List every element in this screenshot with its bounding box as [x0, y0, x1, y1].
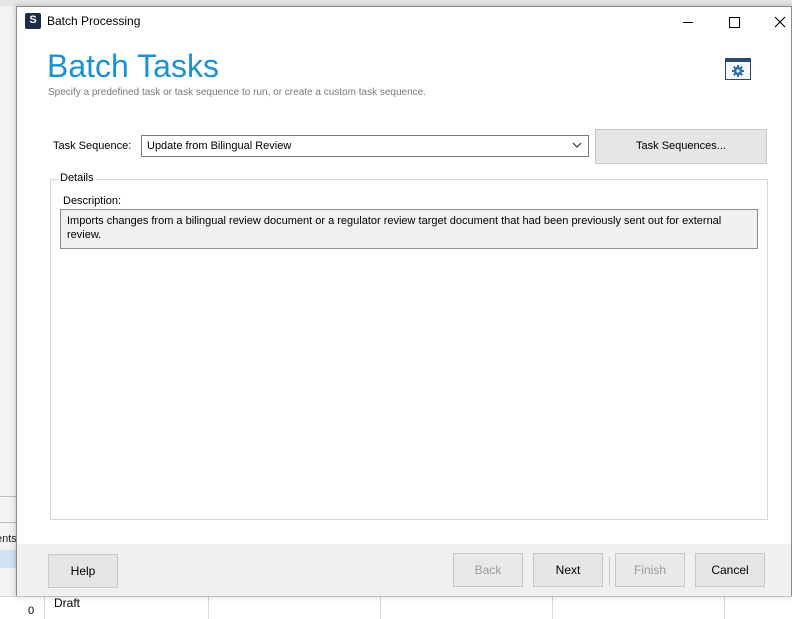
- grid-cell-divider: [380, 597, 381, 619]
- grid-cell-divider: [552, 597, 553, 619]
- minimize-button[interactable]: [665, 7, 711, 35]
- title-bar[interactable]: S Batch Processing: [17, 7, 791, 35]
- back-button[interactable]: Back: [453, 553, 523, 587]
- task-sequence-dropdown[interactable]: Update from Bilingual Review: [141, 135, 589, 157]
- description-label: Description:: [63, 195, 122, 207]
- dialog-footer: Help Back Next Finish Cancel: [17, 544, 791, 596]
- close-button[interactable]: [757, 7, 792, 35]
- task-sequences-button[interactable]: Task Sequences...: [595, 129, 767, 164]
- settings-gear-icon[interactable]: [725, 58, 751, 80]
- close-icon: [774, 16, 786, 28]
- app-icon: S: [25, 13, 41, 29]
- page-title: Batch Tasks: [47, 48, 219, 84]
- grid-cell-divider: [208, 597, 209, 619]
- description-text: Imports changes from a bilingual review …: [60, 209, 758, 249]
- task-sequence-selected-value: Update from Bilingual Review: [147, 140, 292, 152]
- task-sequence-label: Task Sequence:: [53, 140, 132, 152]
- maximize-icon: [728, 16, 740, 28]
- next-button[interactable]: Next: [533, 553, 603, 587]
- gear-icon: [732, 65, 744, 77]
- background-row-number: 0: [28, 605, 35, 617]
- grid-cell-divider: [44, 597, 45, 619]
- cancel-button[interactable]: Cancel: [695, 553, 765, 587]
- batch-processing-dialog: S Batch Processing Batch Tasks Specify a…: [16, 6, 792, 596]
- background-selected-row[interactable]: [0, 550, 16, 568]
- finish-button[interactable]: Finish: [615, 553, 685, 587]
- page-subtitle: Specify a predefined task or task sequen…: [48, 87, 426, 98]
- details-legend: Details: [58, 172, 96, 184]
- window-title: Batch Processing: [47, 14, 141, 28]
- background-partial-label: ents: [0, 533, 17, 545]
- background-grid-row[interactable]: [0, 596, 792, 619]
- footer-separator: [609, 556, 610, 586]
- chevron-down-icon: [572, 142, 582, 148]
- background-row-status: Draft: [54, 596, 81, 610]
- grid-cell-divider: [724, 597, 725, 619]
- help-button[interactable]: Help: [48, 554, 118, 588]
- maximize-button[interactable]: [711, 7, 757, 35]
- minimize-icon: [683, 21, 693, 23]
